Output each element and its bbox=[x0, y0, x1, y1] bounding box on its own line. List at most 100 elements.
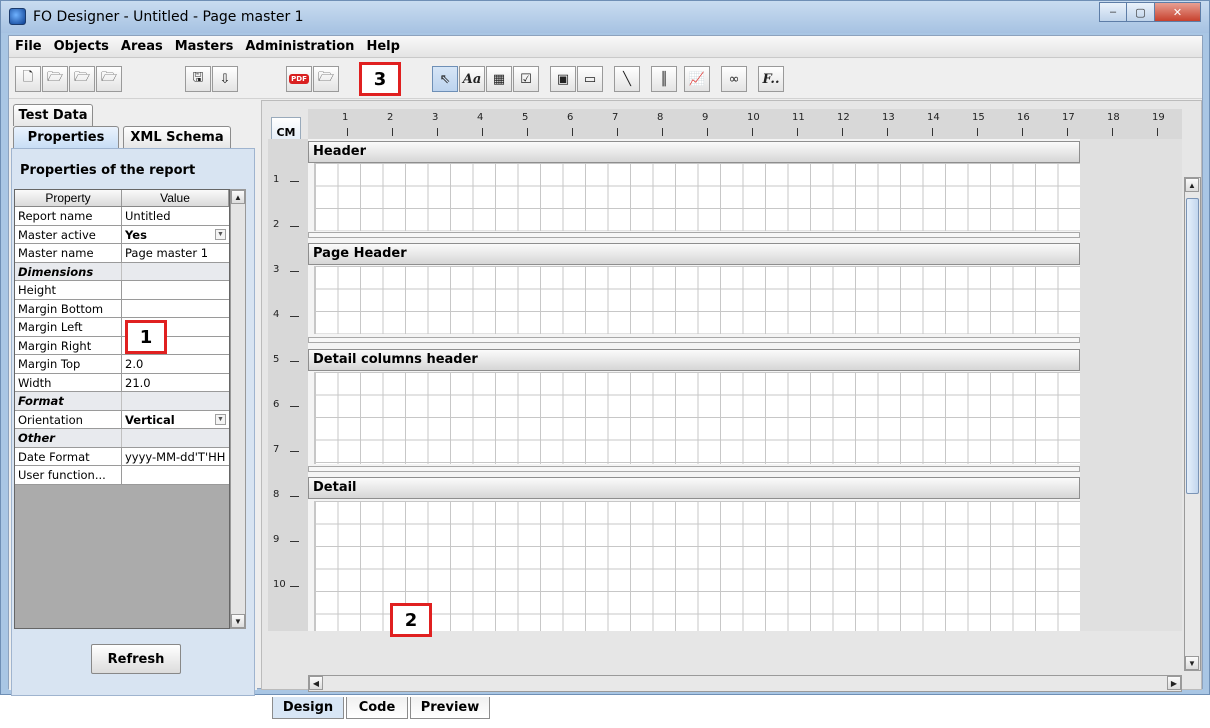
band-grid-header[interactable] bbox=[314, 163, 1080, 231]
band-header-page-header[interactable]: Page Header bbox=[308, 243, 1080, 265]
menu-file[interactable]: File bbox=[15, 39, 42, 54]
table-row[interactable]: Margin Top 2.0 bbox=[15, 355, 229, 374]
save-icon[interactable]: 🖫 bbox=[185, 66, 211, 92]
band-separator[interactable] bbox=[308, 337, 1080, 343]
tab-properties[interactable]: Properties bbox=[13, 126, 119, 148]
property-key: Width bbox=[15, 373, 122, 391]
pdf-icon[interactable]: PDF bbox=[286, 66, 312, 92]
app-logo-icon bbox=[9, 8, 26, 25]
scroll-right-arrow-icon[interactable]: ▶ bbox=[1167, 676, 1181, 690]
ruler-label: 2 bbox=[387, 112, 394, 123]
ruler-tick bbox=[617, 128, 618, 136]
ruler-label: 5 bbox=[273, 354, 280, 365]
maximize-button[interactable]: ▢ bbox=[1127, 2, 1155, 22]
table-row[interactable]: Master active Yes ▼ bbox=[15, 225, 229, 244]
scroll-up-arrow-icon[interactable]: ▲ bbox=[231, 190, 245, 204]
checkbox-icon[interactable]: ☑ bbox=[513, 66, 539, 92]
open-folder-icon[interactable]: 🗁 bbox=[313, 66, 339, 92]
canvas-vertical-scrollbar[interactable]: ▲ ▼ bbox=[1184, 177, 1201, 671]
table-row[interactable]: Orientation Vertical ▼ bbox=[15, 410, 229, 429]
menu-areas[interactable]: Areas bbox=[121, 39, 163, 54]
property-value-dropdown[interactable]: Vertical bbox=[122, 411, 229, 429]
ruler-tick bbox=[347, 128, 348, 136]
ruler-tick bbox=[752, 128, 753, 136]
table-row[interactable]: Margin Bottom bbox=[15, 299, 229, 318]
open-folder-icon[interactable]: 🗁 bbox=[42, 66, 68, 92]
properties-scrollbar[interactable]: ▲ ▼ bbox=[230, 189, 246, 629]
chart-icon[interactable]: 📈 bbox=[684, 66, 710, 92]
close-button[interactable]: ✕ bbox=[1155, 2, 1201, 22]
band-header-detail-columns-header[interactable]: Detail columns header bbox=[308, 349, 1080, 371]
menu-help[interactable]: Help bbox=[366, 39, 399, 54]
chevron-down-icon[interactable]: ▼ bbox=[215, 228, 226, 240]
table-row[interactable]: Margin Left2.0 bbox=[15, 318, 229, 337]
text-field-icon[interactable]: Aa bbox=[459, 66, 485, 92]
table-row[interactable]: User function... bbox=[15, 466, 229, 485]
barcode-icon[interactable]: ║ bbox=[651, 66, 677, 92]
band-separator[interactable] bbox=[308, 232, 1080, 238]
ruler-label: 1 bbox=[273, 174, 280, 185]
band-header-header[interactable]: Header bbox=[308, 141, 1080, 163]
property-value[interactable]: 21.0 bbox=[122, 374, 229, 392]
property-key: Master active bbox=[15, 225, 122, 243]
band-grid-detail-columns-header[interactable] bbox=[314, 372, 1080, 464]
rectangle-icon[interactable]: ▭ bbox=[577, 66, 603, 92]
tab-xml-schema[interactable]: XML Schema bbox=[123, 126, 231, 148]
refresh-button[interactable]: Refresh bbox=[91, 644, 181, 674]
link-icon[interactable]: ∞ bbox=[721, 66, 747, 92]
ruler-label: 6 bbox=[567, 112, 574, 123]
new-document-icon[interactable]: 🗋 bbox=[15, 66, 41, 92]
open-folder-icon[interactable]: 🗁 bbox=[69, 66, 95, 92]
scroll-up-arrow-icon[interactable]: ▲ bbox=[1185, 178, 1199, 192]
menu-objects[interactable]: Objects bbox=[54, 39, 109, 54]
table-row[interactable]: Report name Untitled bbox=[15, 207, 229, 226]
ruler-label: 10 bbox=[273, 579, 286, 590]
canvas-horizontal-scrollbar[interactable]: ◀ ▶ bbox=[308, 675, 1182, 692]
tab-design[interactable]: Design bbox=[272, 697, 344, 719]
band-header-detail[interactable]: Detail bbox=[308, 477, 1080, 499]
property-value[interactable] bbox=[122, 300, 229, 318]
design-canvas[interactable]: Header Page Header Detail columns header… bbox=[308, 139, 1182, 631]
property-value[interactable]: 2.0 bbox=[122, 355, 229, 373]
properties-table: Property Value Report name Untitled Master… bbox=[14, 189, 230, 629]
function-icon[interactable]: F.. bbox=[758, 66, 784, 92]
table-row[interactable]: Height bbox=[15, 281, 229, 300]
property-value-dropdown[interactable]: Yes bbox=[122, 226, 229, 244]
tab-preview[interactable]: Preview bbox=[410, 697, 490, 719]
table-icon[interactable]: ▦ bbox=[486, 66, 512, 92]
title-bar[interactable]: FO Designer - Untitled - Page master 1 –… bbox=[1, 1, 1209, 33]
ruler-label: 8 bbox=[273, 489, 280, 500]
open-folder-icon[interactable]: 🗁 bbox=[96, 66, 122, 92]
property-value[interactable]: Page master 1 bbox=[122, 244, 229, 262]
property-key: Margin Left bbox=[15, 318, 122, 336]
line-icon[interactable]: ╲ bbox=[614, 66, 640, 92]
scroll-left-arrow-icon[interactable]: ◀ bbox=[309, 676, 323, 690]
minimize-button[interactable]: – bbox=[1099, 2, 1127, 22]
menu-masters[interactable]: Masters bbox=[175, 39, 234, 54]
property-value[interactable] bbox=[122, 466, 229, 484]
property-key: Report name bbox=[15, 207, 122, 225]
chevron-down-icon[interactable]: ▼ bbox=[215, 413, 226, 425]
scroll-down-arrow-icon[interactable]: ▼ bbox=[231, 614, 245, 628]
table-row[interactable]: Master name Page master 1 bbox=[15, 244, 229, 263]
menu-administration[interactable]: Administration bbox=[245, 39, 354, 54]
ruler-label: 7 bbox=[273, 444, 280, 455]
table-row[interactable]: Date Format yyyy-MM-dd'T'HH bbox=[15, 447, 229, 466]
scrollbar-thumb[interactable] bbox=[1186, 198, 1199, 494]
table-row[interactable]: Width 21.0 bbox=[15, 373, 229, 392]
property-key: Format bbox=[15, 392, 122, 410]
band-separator[interactable] bbox=[308, 466, 1080, 472]
scroll-down-arrow-icon[interactable]: ▼ bbox=[1185, 656, 1199, 670]
tab-test-data[interactable]: Test Data bbox=[13, 104, 93, 126]
image-icon[interactable]: ▣ bbox=[550, 66, 576, 92]
property-value[interactable] bbox=[122, 281, 229, 299]
table-row[interactable]: Margin Right2.0 bbox=[15, 336, 229, 355]
ruler-label: 4 bbox=[273, 309, 280, 320]
property-value[interactable]: Untitled bbox=[122, 207, 229, 225]
ruler-tick bbox=[290, 496, 299, 497]
property-value[interactable]: yyyy-MM-dd'T'HH bbox=[122, 448, 229, 466]
pointer-icon[interactable]: ⇖ bbox=[432, 66, 458, 92]
tab-code[interactable]: Code bbox=[346, 697, 408, 719]
save-as-icon[interactable]: ⇩ bbox=[212, 66, 238, 92]
band-grid-page-header[interactable] bbox=[314, 266, 1080, 334]
